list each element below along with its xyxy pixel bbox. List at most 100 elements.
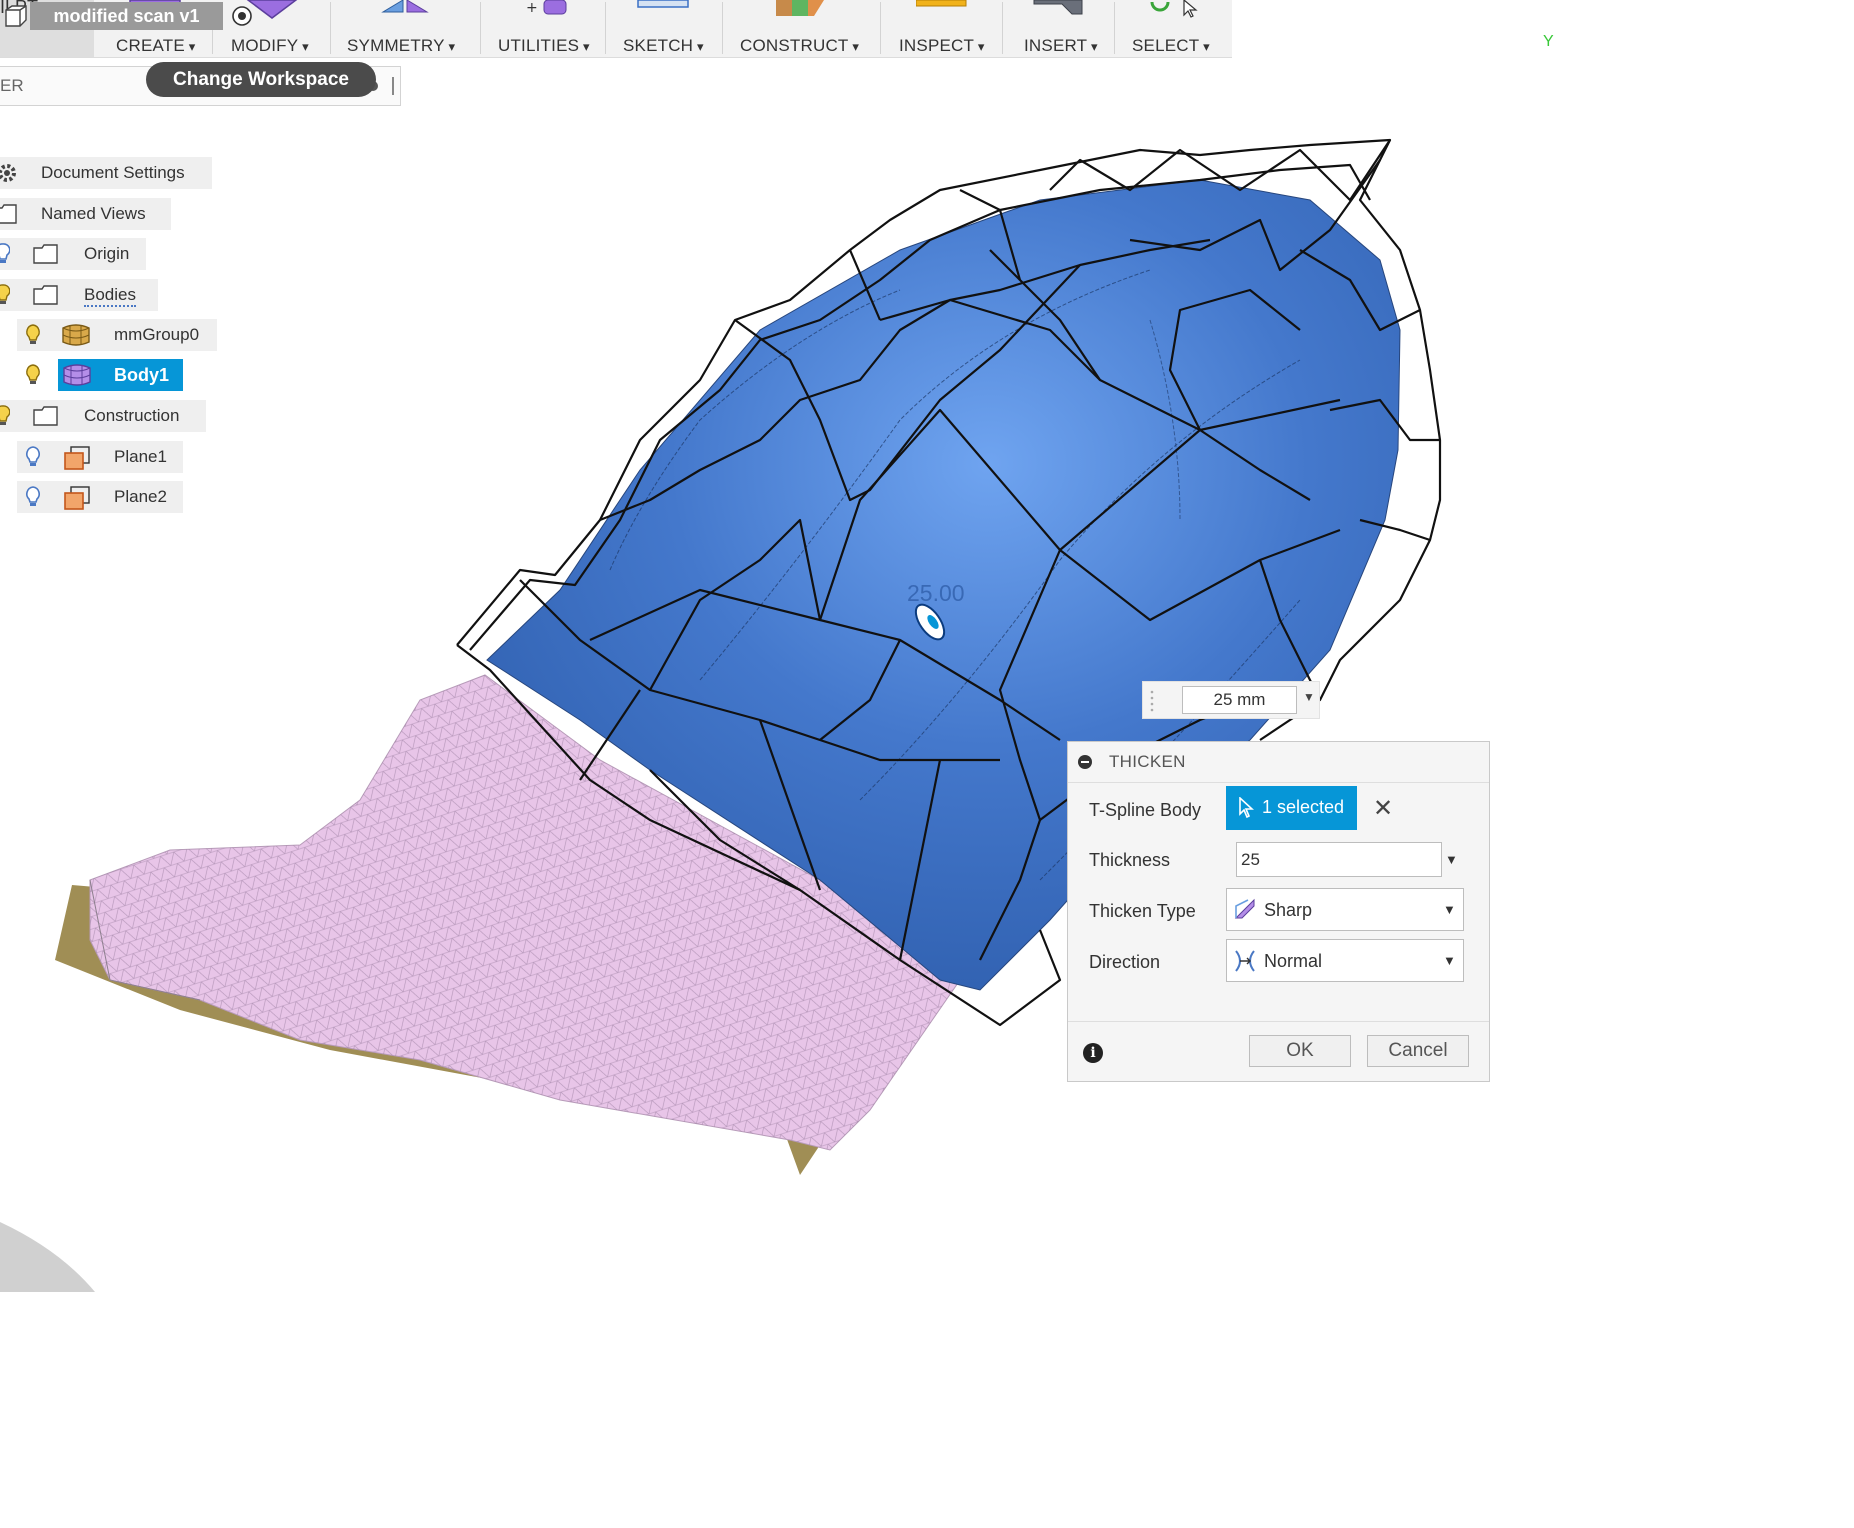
insert-icon[interactable]: [1032, 0, 1086, 16]
svg-text:+: +: [526, 0, 538, 16]
thickness-input[interactable]: 25: [1236, 842, 1442, 877]
cancel-button[interactable]: Cancel: [1367, 1035, 1469, 1067]
direction-dropdown[interactable]: Normal ▼: [1226, 939, 1464, 982]
thickness-dropdown-arrow[interactable]: ▼: [1445, 852, 1458, 867]
browser-item-plane1[interactable]: Plane1: [17, 441, 183, 473]
body1-label: Body1: [114, 365, 170, 385]
folder-icon: [33, 406, 58, 426]
thicken-dialog: THICKEN T-Spline Body 1 selected ✕ Thick…: [1067, 741, 1490, 1082]
toolbar-divider: [605, 2, 606, 54]
selection-count: 1 selected: [1262, 797, 1345, 817]
browser-item-mmgroup0[interactable]: mmGroup0: [17, 319, 217, 351]
modify-icon[interactable]: [246, 0, 298, 20]
browser-title: ER: [0, 76, 24, 95]
change-workspace-tooltip: Change Workspace: [146, 62, 376, 97]
plane2-label: Plane2: [114, 487, 167, 506]
symmetry-icon[interactable]: [381, 0, 429, 14]
toolbar-divider: [480, 2, 481, 54]
gear-icon: [0, 164, 16, 182]
select-icon[interactable]: [1146, 0, 1202, 18]
drag-grip-icon[interactable]: [1149, 688, 1159, 712]
thicken-type-label: Thicken Type: [1089, 901, 1196, 921]
plane1-label: Plane1: [114, 447, 167, 466]
tspline-body-icon: [63, 364, 91, 386]
body1-selected-highlight[interactable]: Body1: [58, 359, 183, 391]
canvas-viewport[interactable]: [0, 0, 1568, 1292]
lightbulb-off-icon[interactable]: [25, 446, 41, 468]
mesh-body-icon: [62, 324, 90, 346]
sketch-menu[interactable]: SKETCH: [623, 36, 704, 56]
thicken-type-value: Sharp: [1264, 900, 1313, 920]
dialog-footer-divider: [1068, 1021, 1489, 1022]
browser-resize-grip[interactable]: [392, 77, 397, 95]
sharp-type-icon: [1234, 898, 1255, 919]
select-menu[interactable]: SELECT: [1132, 36, 1210, 56]
folder-icon: [33, 244, 58, 264]
construct-icon[interactable]: [774, 0, 828, 18]
tspline-body-selection-button[interactable]: 1 selected: [1226, 786, 1357, 830]
chevron-down-icon: ▼: [1443, 953, 1456, 968]
viewport-faded-value: 25.00: [907, 580, 965, 606]
bodies-label: Bodies: [84, 285, 136, 307]
lightbulb-on-icon[interactable]: [25, 324, 41, 346]
browser-item-construction[interactable]: Construction: [0, 400, 206, 432]
dimension-dropdown-arrow[interactable]: ▼: [1303, 690, 1315, 704]
component-icon: [5, 5, 27, 27]
root-component-name: modified scan v1: [30, 2, 223, 30]
construction-plane-icon: [64, 446, 90, 470]
direction-value: Normal: [1264, 951, 1323, 971]
mmgroup0-label: mmGroup0: [114, 325, 200, 344]
create-menu[interactable]: CREATE: [116, 36, 195, 56]
folder-icon: [0, 204, 17, 224]
tspline-body-label: T-Spline Body: [1089, 800, 1202, 820]
lightbulb-off-icon[interactable]: [25, 486, 41, 508]
folder-icon: [33, 285, 58, 305]
utilities-menu[interactable]: UTILITIES: [498, 36, 590, 56]
normal-direction-icon: [1235, 950, 1255, 972]
info-icon[interactable]: i: [1083, 1043, 1103, 1063]
lightbulb-on-icon[interactable]: [0, 405, 10, 427]
sketch-icon[interactable]: [637, 0, 691, 10]
inspect-icon[interactable]: [916, 0, 968, 8]
thickness-label: Thickness: [1089, 850, 1171, 870]
toolbar-divider: [1002, 2, 1003, 54]
thickness-dimension-field[interactable]: 25 mm: [1182, 686, 1297, 714]
clear-selection-icon[interactable]: ✕: [1373, 794, 1393, 823]
insert-menu[interactable]: INSERT: [1024, 36, 1098, 56]
toolbar-divider: [1114, 2, 1115, 54]
symmetry-menu[interactable]: SYMMETRY: [347, 36, 455, 56]
document-settings-label: Document Settings: [41, 163, 185, 182]
select-cursor-icon: [1239, 797, 1254, 819]
activate-radio-icon[interactable]: [231, 5, 253, 27]
browser-item-bodies[interactable]: Bodies: [0, 279, 158, 311]
lightbulb-on-icon[interactable]: [0, 284, 10, 306]
construct-menu[interactable]: CONSTRUCT: [740, 36, 859, 56]
ground-arc: [0, 1222, 95, 1292]
construction-plane-icon: [64, 486, 90, 510]
origin-label: Origin: [84, 244, 130, 263]
browser-item-named-views[interactable]: Named Views: [0, 198, 171, 230]
named-views-label: Named Views: [41, 204, 146, 223]
view-cube-y-axis-label: Y: [1543, 33, 1554, 50]
thickness-value: 25: [1241, 850, 1260, 869]
lightbulb-off-icon[interactable]: [0, 243, 10, 265]
utilities-icon[interactable]: +: [526, 0, 570, 18]
browser-item-origin[interactable]: Origin: [0, 238, 146, 270]
dialog-title: THICKEN: [1109, 752, 1186, 771]
thickness-dimension-input-box: 25 mm ▼: [1142, 681, 1320, 719]
browser-item-plane2[interactable]: Plane2: [17, 481, 183, 513]
inspect-menu[interactable]: INSPECT: [899, 36, 985, 56]
lightbulb-on-icon[interactable]: [25, 364, 41, 386]
collapse-icon[interactable]: [1078, 755, 1092, 769]
browser-item-document-settings[interactable]: Document Settings: [0, 157, 212, 189]
direction-label: Direction: [1089, 952, 1161, 972]
ok-button[interactable]: OK: [1249, 1035, 1351, 1067]
modify-menu[interactable]: MODIFY: [231, 36, 309, 56]
thicken-type-dropdown[interactable]: Sharp ▼: [1226, 888, 1464, 931]
chevron-down-icon: ▼: [1443, 902, 1456, 917]
toolbar-divider: [330, 2, 331, 54]
dialog-title-bar[interactable]: THICKEN: [1068, 742, 1489, 783]
construction-label: Construction: [84, 406, 180, 425]
toolbar-divider: [880, 2, 881, 54]
toolbar-divider: [722, 2, 723, 54]
